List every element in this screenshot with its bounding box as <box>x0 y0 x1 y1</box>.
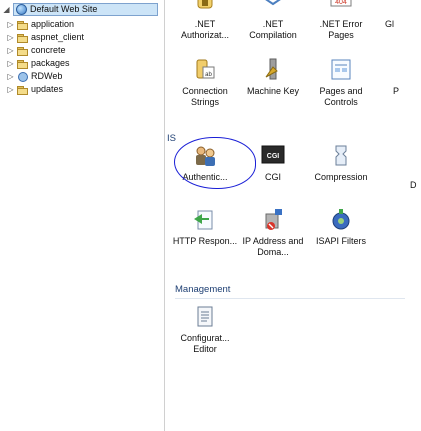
net-error-pages-icon: 404 <box>326 0 356 16</box>
net-authorization-icon <box>190 0 220 16</box>
feature-label: D <box>410 180 417 190</box>
svg-text:CGI: CGI <box>267 153 280 160</box>
globalization-icon <box>383 0 413 16</box>
tree-node-label: updates <box>31 84 64 94</box>
configuration-editor-icon <box>190 304 220 330</box>
tree-node-label: application <box>31 19 75 29</box>
compression-icon <box>326 143 356 169</box>
feature-label: Configurat... Editor <box>180 333 230 354</box>
folder-icon <box>17 85 28 95</box>
tree-node-label: RDWeb <box>31 71 63 81</box>
feature-label: Gl <box>385 19 394 29</box>
connections-tree: ◢ Default Web Site ▷ application ▷ aspne… <box>0 0 162 431</box>
tree-node-concrete[interactable]: ▷ concrete <box>6 44 66 56</box>
tree-node-default-web-site[interactable]: ◢ Default Web Site <box>2 2 158 16</box>
collapsed-arrow-icon[interactable]: ▷ <box>6 31 15 43</box>
providers-icon <box>383 57 413 83</box>
feature-globalization[interactable]: Gl <box>383 0 413 30</box>
collapsed-arrow-icon[interactable]: ▷ <box>6 57 15 69</box>
folder-icon <box>17 20 28 30</box>
feature-label: .NET Compilation <box>249 19 297 40</box>
svg-text:ab: ab <box>205 72 212 78</box>
tree-node-label: packages <box>31 58 70 68</box>
http-response-icon <box>190 207 220 233</box>
feature-label: HTTP Respon... <box>172 236 238 246</box>
connection-strings-icon: ab <box>190 57 220 83</box>
feature-ip-address-domain[interactable]: IP Address and Doma... <box>240 207 306 258</box>
tree-node-label: concrete <box>31 45 66 55</box>
net-compilation-icon <box>258 0 288 16</box>
tree-node-packages[interactable]: ▷ packages <box>6 57 70 69</box>
feature-label: .NET Authorizat... <box>180 19 230 40</box>
feature-label: ISAPI Filters <box>315 236 366 246</box>
authentication-icon <box>190 143 220 169</box>
feature-configuration-editor[interactable]: Configurat... Editor <box>172 304 238 355</box>
feature-label: CGI <box>264 172 281 182</box>
feature-label: Pages and Controls <box>319 86 363 107</box>
feature-connection-strings[interactable]: ab Connection Strings <box>172 57 238 108</box>
group-divider <box>175 298 405 299</box>
tree-node-aspnet-client[interactable]: ▷ aspnet_client <box>6 31 84 43</box>
feature-machine-key[interactable]: Machine Key <box>240 57 306 97</box>
feature-label: Machine Key <box>246 86 300 96</box>
feature-cgi[interactable]: CGI CGI <box>240 143 306 183</box>
collapsed-arrow-icon[interactable]: ▷ <box>6 44 15 56</box>
feature-label: IP Address and Doma... <box>242 236 304 257</box>
isapi-filters-icon <box>326 207 356 233</box>
website-globe-icon <box>15 3 27 15</box>
feature-authentication[interactable]: Authentic... <box>172 143 238 183</box>
feature-label: Authentic... <box>182 172 228 182</box>
group-title-management: Management <box>175 284 231 295</box>
default-document-icon <box>383 143 413 169</box>
tree-node-label: Default Web Site <box>30 4 98 14</box>
feature-net-error-pages[interactable]: 404 .NET Error Pages <box>308 0 374 41</box>
tree-node-application[interactable]: ▷ application <box>6 18 74 30</box>
folder-icon <box>17 33 28 43</box>
feature-label: .NET Error Pages <box>319 19 363 40</box>
tree-node-selected[interactable]: Default Web Site <box>13 2 158 16</box>
feature-label: Compression <box>314 172 368 182</box>
feature-isapi-filters[interactable]: ISAPI Filters <box>308 207 374 247</box>
feature-default-document[interactable]: D <box>383 143 419 191</box>
collapsed-arrow-icon[interactable]: ▷ <box>6 18 15 30</box>
machine-key-icon <box>258 57 288 83</box>
svg-text:404: 404 <box>335 0 347 6</box>
feature-providers[interactable]: P <box>383 57 413 97</box>
pages-controls-icon <box>326 57 356 83</box>
tree-node-updates[interactable]: ▷ updates <box>6 83 63 95</box>
tree-node-rdweb[interactable]: ▷ RDWeb <box>6 70 62 82</box>
feature-net-compilation[interactable]: .NET Compilation <box>240 0 306 41</box>
feature-http-response-headers[interactable]: HTTP Respon... <box>172 207 238 247</box>
application-icon <box>17 71 28 82</box>
tree-node-label: aspnet_client <box>31 32 85 42</box>
folder-icon <box>17 59 28 69</box>
expanded-arrow-icon[interactable]: ◢ <box>2 3 11 15</box>
collapsed-arrow-icon[interactable]: ▷ <box>6 83 15 95</box>
folder-icon <box>17 46 28 56</box>
collapsed-arrow-icon[interactable]: ▷ <box>6 70 15 82</box>
feature-net-authorization[interactable]: .NET Authorizat... <box>172 0 238 41</box>
feature-compression[interactable]: Compression <box>308 143 374 183</box>
cgi-icon: CGI <box>258 143 288 169</box>
feature-label: Connection Strings <box>182 86 228 107</box>
ip-address-icon <box>258 207 288 233</box>
features-view: .NET Authorizat... .NET Compilation 404 … <box>165 0 421 431</box>
feature-pages-and-controls[interactable]: Pages and Controls <box>308 57 374 108</box>
feature-label: P <box>393 86 400 96</box>
